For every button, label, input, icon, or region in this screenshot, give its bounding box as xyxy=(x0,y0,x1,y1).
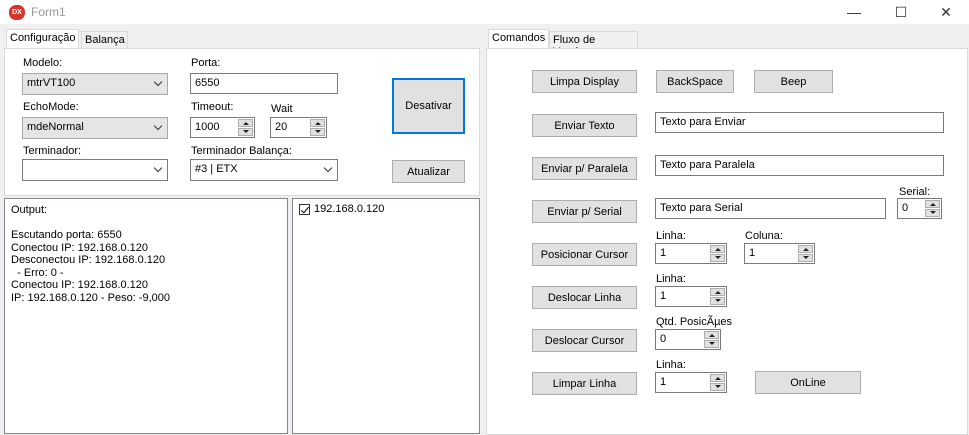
chevron-down-icon xyxy=(323,163,333,173)
output-line: Conectou IP: 192.168.0.120 xyxy=(11,279,148,291)
pos-linha-value: 1 xyxy=(660,247,667,259)
spin-down-icon[interactable] xyxy=(704,340,719,348)
enviar-texto-input[interactable]: Texto para Enviar xyxy=(655,112,944,133)
output-line: Output: xyxy=(11,204,48,216)
output-line: Escutando porta: 6550 xyxy=(11,229,122,241)
spin-down-icon[interactable] xyxy=(798,254,813,262)
qtd-posicoes-value: 0 xyxy=(660,333,667,345)
spin-down-icon[interactable] xyxy=(238,128,253,136)
spin-up-icon[interactable] xyxy=(704,331,719,339)
spin-down-icon[interactable] xyxy=(925,209,940,217)
spin-up-icon[interactable] xyxy=(798,245,813,253)
deslocar-cursor-button[interactable]: Deslocar Cursor xyxy=(532,329,637,352)
timeout-spin[interactable]: 1000 xyxy=(190,117,255,138)
enviar-paralela-button[interactable]: Enviar p/ Paralela xyxy=(532,157,637,180)
linha-label: Linha: xyxy=(656,230,686,242)
checkbox-checked-icon[interactable] xyxy=(299,204,310,215)
client-ip-label: 192.168.0.120 xyxy=(314,203,385,215)
title-bar: DX Form1 — ☐ ✕ xyxy=(0,0,969,24)
output-line: - Erro: 0 - xyxy=(11,266,64,279)
maximize-button[interactable]: ☐ xyxy=(878,0,924,24)
deslocar-linha-button[interactable]: Deslocar Linha xyxy=(532,286,637,309)
coluna-label: Coluna: xyxy=(745,230,783,242)
spin-up-icon[interactable] xyxy=(710,374,725,382)
pos-coluna-spin[interactable]: 1 xyxy=(744,243,815,264)
posicionar-cursor-button[interactable]: Posicionar Cursor xyxy=(532,243,637,266)
output-line: Conectou IP: 192.168.0.120 xyxy=(11,241,148,254)
serial-label: Serial: xyxy=(899,186,931,198)
beep-button[interactable]: Beep xyxy=(754,70,833,93)
wait-value: 20 xyxy=(275,121,288,133)
porta-input[interactable]: 6550 xyxy=(190,73,338,94)
enviar-paralela-input[interactable]: Texto para Paralela xyxy=(655,155,944,176)
echomode-value: mdeNormal xyxy=(27,121,84,133)
limpar-linha-label: Linha: xyxy=(656,359,686,371)
spin-up-icon[interactable] xyxy=(238,119,253,127)
tab-configuracao[interactable]: Configuração xyxy=(6,29,79,49)
limpa-display-button[interactable]: Limpa Display xyxy=(532,70,637,93)
minimize-button[interactable]: — xyxy=(831,0,877,24)
chevron-down-icon xyxy=(153,77,163,87)
spin-up-icon[interactable] xyxy=(925,200,940,208)
desl-linha-spin[interactable]: 1 xyxy=(655,286,727,307)
close-button[interactable]: ✕ xyxy=(923,0,969,24)
modelo-value: mtrVT100 xyxy=(27,77,76,89)
backspace-button[interactable]: BackSpace xyxy=(656,70,734,93)
qtd-posicoes-label: Qtd. PosicÃµes xyxy=(656,316,733,328)
spin-up-icon[interactable] xyxy=(310,119,325,127)
tab-fluxo-de-vendas[interactable]: Fluxo de Vendas xyxy=(549,31,638,58)
limpar-linha-spin[interactable]: 1 xyxy=(655,372,727,393)
wait-label: Wait xyxy=(271,103,293,115)
spin-down-icon[interactable] xyxy=(710,254,725,262)
window-title: Form1 xyxy=(31,5,66,19)
limpar-linha-value: 1 xyxy=(660,376,667,388)
desl-linha-label: Linha: xyxy=(656,273,686,285)
qtd-posicoes-spin[interactable]: 0 xyxy=(655,329,721,350)
pos-coluna-value: 1 xyxy=(749,247,756,259)
tab-comandos[interactable]: Comandos xyxy=(488,29,549,49)
output-line: IP: 192.168.0.120 - Peso: -9,000 xyxy=(11,291,171,304)
online-button[interactable]: OnLine xyxy=(755,371,861,394)
tab-balanca[interactable]: Balança xyxy=(81,31,128,49)
enviar-serial-input[interactable]: Texto para Serial xyxy=(655,198,886,219)
enviar-serial-button[interactable]: Enviar p/ Serial xyxy=(532,200,637,223)
serial-spin[interactable]: 0 xyxy=(897,198,942,219)
terminador-label: Terminador: xyxy=(23,145,82,157)
spin-up-icon[interactable] xyxy=(710,288,725,296)
output-line: Desconectou IP: 192.168.0.120 xyxy=(11,254,166,266)
timeout-value: 1000 xyxy=(195,121,220,133)
spin-down-icon[interactable] xyxy=(310,128,325,136)
porta-label: Porta: xyxy=(191,57,221,69)
enviar-texto-button[interactable]: Enviar Texto xyxy=(532,114,637,137)
wait-spin[interactable]: 20 xyxy=(270,117,327,138)
chevron-down-icon xyxy=(153,121,163,131)
spin-down-icon[interactable] xyxy=(710,383,725,391)
atualizar-button[interactable]: Atualizar xyxy=(392,160,465,183)
serial-value: 0 xyxy=(902,202,909,214)
terminador-balanca-label: Terminador Balança: xyxy=(191,145,292,157)
spin-up-icon[interactable] xyxy=(710,245,725,253)
modelo-label: Modelo: xyxy=(23,57,63,69)
spin-down-icon[interactable] xyxy=(710,297,725,305)
output-memo[interactable]: Output: Escutando porta: 6550 Conectou I… xyxy=(4,198,288,434)
terminador-select[interactable] xyxy=(22,159,168,181)
desativar-button[interactable]: Desativar xyxy=(392,78,465,134)
timeout-label: Timeout: xyxy=(191,101,234,113)
chevron-down-icon xyxy=(153,163,163,173)
echomode-label: EchoMode: xyxy=(23,101,79,113)
echomode-select[interactable]: mdeNormal xyxy=(22,117,168,139)
desl-linha-value: 1 xyxy=(660,290,667,302)
pos-linha-spin[interactable]: 1 xyxy=(655,243,727,264)
terminador-balanca-select[interactable]: #3 | ETX xyxy=(190,159,338,181)
modelo-select[interactable]: mtrVT100 xyxy=(22,73,168,95)
limpar-linha-button[interactable]: Limpar Linha xyxy=(532,372,637,395)
dx-logo-icon: DX xyxy=(9,5,25,20)
terminador-balanca-value: #3 | ETX xyxy=(195,163,238,175)
client-list[interactable]: 192.168.0.120 xyxy=(292,198,480,434)
